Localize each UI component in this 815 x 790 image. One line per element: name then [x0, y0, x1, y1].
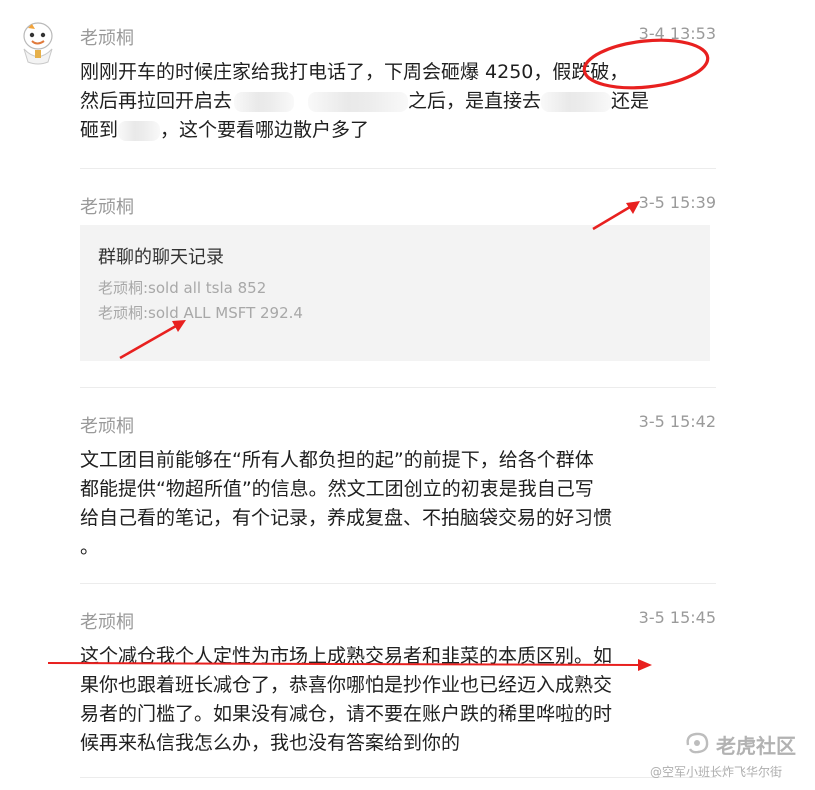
message-line: 都能提供“物超所值”的信息。然文工团创立的初衷是我自己写: [80, 478, 594, 500]
text-fragment: 砸到: [80, 119, 119, 141]
divider: [80, 168, 716, 169]
message-line: 。: [80, 536, 100, 558]
message-item: 老顽桐 3-5 15:39 群聊的聊天记录 老顽桐:sold all tsla …: [80, 193, 716, 363]
message-time: 3-4 13:53: [638, 24, 716, 43]
message-item: 老顽桐 3-5 15:42 文工团目前能够在“所有人都负担的起”的前提下，给各个…: [80, 412, 716, 562]
avatar[interactable]: [18, 20, 58, 66]
message-line: 这个减仓我个人定性为市场上成熟交易者和韭菜的本质区别。如: [80, 645, 613, 667]
text-fragment: ，这个要看哪边散户多了: [160, 119, 370, 141]
blurred-text: [234, 91, 295, 112]
message-time: 3-5 15:42: [638, 412, 716, 431]
sender-name[interactable]: 老顽桐: [80, 608, 134, 634]
message-line: 砸到 ，这个要看哪边散户多了: [80, 116, 680, 145]
watermark-brand: 老虎社区: [716, 734, 796, 758]
message-line: 易者的门槛了。如果没有减仓，请不要在账户跌的稀里哗啦的时: [80, 703, 613, 725]
text-fragment: 之后，是直接去: [408, 90, 542, 112]
cartoon-avatar-icon: [23, 22, 53, 65]
message-line: 给自己看的笔记，有个记录，养成复盘、不拍脑袋交易的好习惯: [80, 507, 613, 529]
message-item: 老顽桐 3-4 13:53 刚刚开车的时候庄家给我打电话了，下周会砸爆 4250…: [80, 24, 716, 164]
text-fragment: 然后再拉回开启去: [80, 90, 233, 112]
card-title: 群聊的聊天记录: [98, 247, 224, 268]
watermark-author: @空军小班长炸飞华尔街: [650, 765, 783, 779]
divider: [80, 583, 716, 584]
message-time: 3-5 15:45: [638, 608, 716, 627]
blurred-text: [118, 120, 161, 141]
card-line: 老顽桐:sold all tsla 852: [98, 279, 267, 297]
message-text: 刚刚开车的时候庄家给我打电话了，下周会砸爆 4250，假跌破， 然后再拉回开启去…: [80, 58, 680, 145]
chat-record-card[interactable]: 群聊的聊天记录 老顽桐:sold all tsla 852 老顽桐:sold A…: [80, 225, 710, 361]
divider: [80, 387, 716, 388]
message-line: 候再来私信我怎么办，我也没有答案给到你的: [80, 732, 461, 754]
sender-name[interactable]: 老顽桐: [80, 24, 134, 50]
message-line: 文工团目前能够在“所有人都负担的起”的前提下，给各个群体: [80, 449, 594, 471]
message-text: 文工团目前能够在“所有人都负担的起”的前提下，给各个群体 都能提供“物超所值”的…: [80, 446, 680, 562]
message-item: 老顽桐 3-5 15:45 这个减仓我个人定性为市场上成熟交易者和韭菜的本质区别…: [80, 608, 716, 778]
message-text: 这个减仓我个人定性为市场上成熟交易者和韭菜的本质区别。如 果你也跟着班长减仓了，…: [80, 642, 680, 758]
message-time: 3-5 15:39: [638, 193, 716, 212]
sender-name[interactable]: 老顽桐: [80, 412, 134, 438]
message-line: 然后再拉回开启去 之后，是直接去 还是: [80, 87, 680, 116]
blurred-text: [541, 91, 612, 112]
tiger-community-logo-icon: [686, 732, 709, 754]
message-line: 果你也跟着班长减仓了，恭喜你哪怕是抄作业也已经迈入成熟交: [80, 674, 613, 696]
sender-name[interactable]: 老顽桐: [80, 193, 134, 219]
blurred-text: [308, 91, 409, 112]
card-line: 老顽桐:sold ALL MSFT 292.4: [98, 304, 303, 322]
divider: [80, 777, 716, 778]
message-line: 刚刚开车的时候庄家给我打电话了，下周会砸爆 4250，假跌破，: [80, 61, 629, 83]
text-fragment: 还是: [611, 90, 650, 112]
